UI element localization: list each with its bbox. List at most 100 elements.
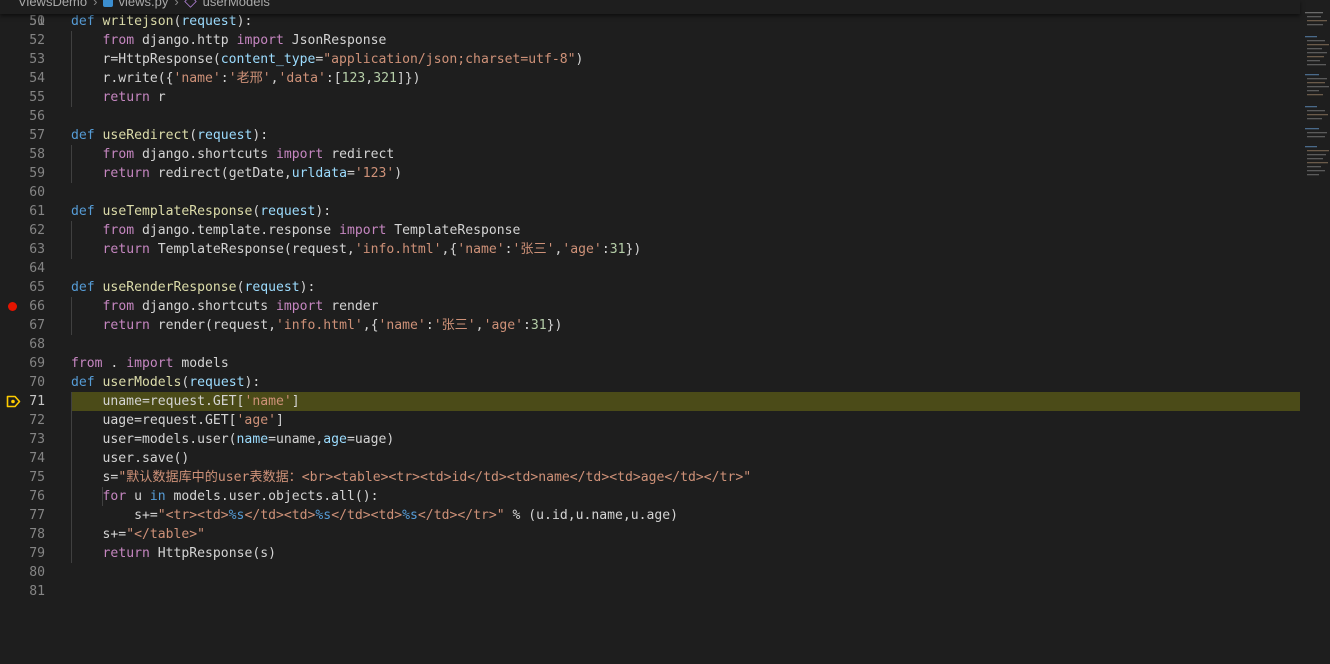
code-token: </td><td> (244, 508, 316, 523)
code-text: s+="</table>" (71, 525, 206, 544)
line-number: 80 (29, 565, 45, 580)
code-token: 'name' (457, 242, 505, 257)
code-token: 321 (373, 71, 397, 86)
chevron-right-icon: › (174, 0, 179, 9)
code-line[interactable]: 63 return TemplateResponse(request,'info… (0, 240, 1300, 259)
code-line[interactable]: 66 from django.shortcuts import render (0, 297, 1300, 316)
code-token: }) (546, 318, 563, 333)
minimap[interactable] (1304, 10, 1330, 180)
code-token: 31 (609, 242, 626, 257)
code-token: from (102, 33, 135, 48)
code-token: = (346, 166, 355, 181)
code-line[interactable]: 79 return HttpResponse(s) (0, 544, 1300, 563)
line-number: 66 (29, 299, 45, 314)
code-line[interactable]: 81 (0, 582, 1300, 601)
code-line[interactable]: 77 s+="<tr><td>%s</td><td>%s</td><td>%s<… (0, 506, 1300, 525)
code-token: from (102, 299, 135, 314)
code-line[interactable]: 73 user=models.user(name=uname,age=uage) (0, 430, 1300, 449)
code-line[interactable]: 51 def writejson(request): (0, 12, 1300, 31)
code-line[interactable]: 72 uage=request.GET['age'] (0, 411, 1300, 430)
code-token: ) (575, 52, 584, 67)
code-token: from (102, 223, 135, 238)
code-token: uage=request.GET[ (71, 413, 237, 428)
code-line[interactable]: 75 s="默认数据库中的user表数据：<br><table><tr><td>… (0, 468, 1300, 487)
line-number: 63 (29, 242, 45, 257)
code-token: :[ (325, 71, 342, 86)
code-token: name (236, 432, 269, 447)
code-token: def (71, 204, 103, 219)
code-text: from django.http import JsonResponse (71, 31, 387, 50)
code-token: ]}) (396, 71, 421, 86)
code-line[interactable]: 76 for u in models.user.objects.all(): (0, 487, 1300, 506)
code-token: TemplateResponse(request, (149, 242, 355, 257)
code-token: JsonResponse (283, 33, 387, 48)
code-token: useRenderResponse (102, 280, 237, 295)
code-token: request (244, 280, 300, 295)
code-line[interactable]: 67 return render(request,'info.html',{'n… (0, 316, 1300, 335)
code-text: user.save() (71, 449, 190, 468)
code-token: "<tr><td> (157, 508, 229, 523)
code-token: s+= (71, 527, 127, 542)
code-line[interactable]: 78 s+="</table>" (0, 525, 1300, 544)
line-number: 77 (29, 508, 45, 523)
code-line[interactable]: 64 (0, 259, 1300, 278)
code-line[interactable]: 52 from django.http import JsonResponse (0, 31, 1300, 50)
code-token: 'name' (378, 318, 426, 333)
code-line[interactable]: 57 def useRedirect(request): (0, 126, 1300, 145)
code-line[interactable]: 59 return redirect(getDate,urldata='123'… (0, 164, 1300, 183)
code-token: django.template.response (134, 223, 340, 238)
line-number: 52 (29, 33, 45, 48)
code-line[interactable]: 65 def useRenderResponse(request): (0, 278, 1300, 297)
code-token: : (601, 242, 610, 257)
code-token: s= (71, 470, 119, 485)
code-token: "</table>" (126, 527, 206, 542)
code-line[interactable]: 80 (0, 563, 1300, 582)
code-text: user=models.user(name=uname,age=uage) (71, 430, 395, 449)
breadcrumb-symbol[interactable]: userModels (203, 0, 270, 9)
code-token: user.save() (71, 451, 190, 466)
breadcrumb-file[interactable]: views.py (118, 0, 168, 9)
breadcrumb-folder[interactable]: ViewsDemo (18, 0, 87, 9)
code-token: content_type (220, 52, 316, 67)
code-token: redirect(getDate, (149, 166, 292, 181)
code-line[interactable]: 58 from django.shortcuts import redirect (0, 145, 1300, 164)
code-text: def useTemplateResponse(request): (71, 202, 331, 221)
line-number: 60 (29, 185, 45, 200)
code-line[interactable]: 70 def userModels(request): (0, 373, 1300, 392)
code-token: import (276, 299, 324, 314)
code-token: ] (275, 413, 284, 428)
code-token: 31 (530, 318, 547, 333)
code-line[interactable]: 54 r.write({'name':'老邢','data':[123,321]… (0, 69, 1300, 88)
line-number: 57 (29, 128, 45, 143)
code-line[interactable]: 61 def useTemplateResponse(request): (0, 202, 1300, 221)
line-number: 78 (29, 527, 45, 542)
code-line[interactable]: 69 from . import models (0, 354, 1300, 373)
code-token: ( (189, 128, 198, 143)
code-token: ): (244, 375, 261, 390)
code-line[interactable]: 60 (0, 183, 1300, 202)
code-text: return redirect(getDate,urldata='123') (71, 164, 403, 183)
method-cube-icon (183, 0, 197, 8)
code-token: def (71, 14, 103, 29)
code-line[interactable]: 56 (0, 107, 1300, 126)
code-token: </td></tr>" (417, 508, 505, 523)
code-line[interactable]: 53 r=HttpResponse(content_type="applicat… (0, 50, 1300, 69)
line-number: 61 (29, 204, 45, 219)
code-token: userModels (102, 375, 182, 390)
code-token: useRedirect (102, 128, 190, 143)
code-line[interactable]: 71 uname=request.GET['name'] (0, 392, 1300, 411)
code-line[interactable]: 55 return r (0, 88, 1300, 107)
code-line[interactable]: 62 from django.template.response import … (0, 221, 1300, 240)
code-editor[interactable]: 50 51 def writejson(request): 52 from djan… (0, 4, 1300, 664)
code-line[interactable]: 68 (0, 335, 1300, 354)
code-token: request (189, 375, 245, 390)
indent-guide (71, 221, 72, 259)
code-token: redirect (323, 147, 395, 162)
code-line[interactable]: 74 user.save() (0, 449, 1300, 468)
code-token: 'info.html' (354, 242, 442, 257)
line-number: 74 (29, 451, 45, 466)
